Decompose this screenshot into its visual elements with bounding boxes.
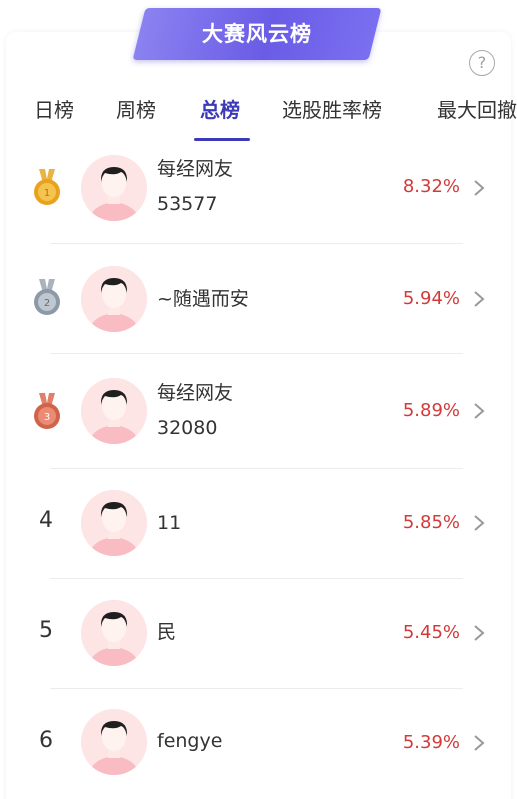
win-rate: 5.45% [402, 622, 460, 643]
help-icon[interactable]: ? [469, 50, 495, 76]
ranking-row[interactable]: 4 11 5.85% [0, 468, 517, 578]
chevron-right-icon [474, 180, 485, 196]
user-name: 民 [157, 621, 177, 643]
user-name: 每经网友 [157, 158, 234, 180]
chevron-right-icon [474, 625, 485, 641]
win-rate: 5.94% [402, 288, 460, 309]
silver-medal-icon: 2 [34, 279, 60, 315]
user-name-line2: 32080 [157, 417, 218, 439]
chevron-right-icon [474, 515, 485, 531]
rank-number: 4 [39, 508, 53, 533]
avatar [81, 155, 147, 221]
avatar [81, 378, 147, 444]
tab-daily[interactable]: 日榜 [34, 92, 74, 128]
avatar [81, 709, 147, 775]
win-rate: 5.89% [402, 400, 460, 421]
medal-rank-label: 1 [44, 188, 50, 199]
avatar [81, 490, 147, 556]
tab-bar: 日榜 周榜 总榜 选股胜率榜 最大回撤 [0, 92, 517, 138]
user-name-line2: 53577 [157, 193, 218, 215]
tab-overall[interactable]: 总榜 [200, 92, 240, 128]
gold-medal-icon: 1 [34, 169, 60, 205]
chevron-right-icon [474, 291, 485, 307]
chevron-right-icon [474, 735, 485, 751]
ranking-row[interactable]: 5 民 5.45% [0, 578, 517, 688]
chevron-right-icon [474, 403, 485, 419]
bronze-medal-icon: 3 [34, 393, 60, 429]
user-name: ~随遇而安 [157, 288, 249, 310]
medal-rank-label: 3 [44, 412, 50, 423]
tab-win-rate[interactable]: 选股胜率榜 [282, 92, 382, 128]
tab-max-drawdown[interactable]: 最大回撤 [437, 92, 517, 128]
win-rate: 5.39% [402, 732, 460, 753]
avatar [81, 600, 147, 666]
win-rate: 5.85% [402, 512, 460, 533]
user-name: 11 [157, 512, 182, 534]
ranking-row[interactable]: 6 fengye 5.39% [0, 688, 517, 798]
ranking-row[interactable]: 3 每经网友 32080 5.89% [0, 353, 517, 463]
medal-rank-label: 2 [44, 298, 50, 309]
avatar [81, 266, 147, 332]
user-name: fengye [157, 730, 223, 752]
active-tab-indicator [194, 138, 250, 141]
tab-weekly[interactable]: 周榜 [116, 92, 156, 128]
rank-number: 5 [39, 618, 53, 643]
ranking-row[interactable]: 2 ~随遇而安 5.94% [0, 243, 517, 353]
win-rate: 8.32% [402, 176, 460, 197]
user-name: 每经网友 [157, 382, 234, 404]
rank-number: 6 [39, 728, 53, 753]
banner-title: 大赛风云榜 [202, 22, 312, 46]
